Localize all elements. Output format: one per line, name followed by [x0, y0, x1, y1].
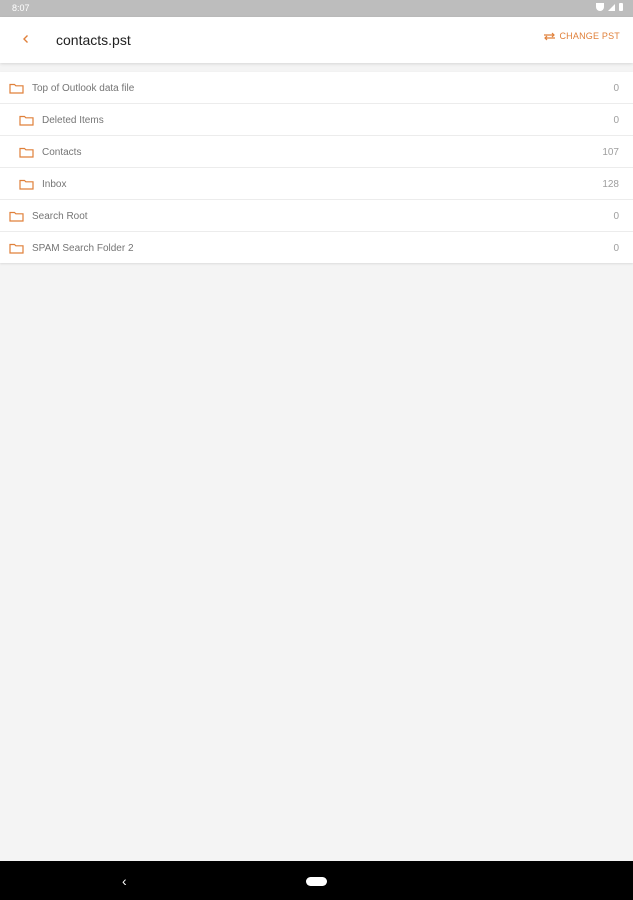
folder-name: Search Root [32, 211, 88, 222]
folder-name: Inbox [42, 179, 67, 190]
change-pst-label: CHANGE PST [559, 31, 620, 41]
signal-icon [608, 3, 615, 11]
folder-count: 107 [602, 147, 619, 158]
folder-name: SPAM Search Folder 2 [32, 243, 134, 254]
status-bar: 8:07 [0, 0, 633, 17]
page-title: contacts.pst [56, 32, 131, 48]
folder-row[interactable]: Deleted Items 0 [0, 104, 633, 136]
folder-icon [19, 115, 34, 126]
status-time: 8:07 [12, 3, 30, 13]
folder-icon [9, 83, 24, 94]
folder-count: 0 [613, 211, 619, 222]
navigation-bar: ‹ [0, 861, 633, 900]
battery-icon [619, 3, 623, 11]
status-icons [596, 3, 623, 11]
back-button[interactable] [14, 27, 38, 51]
folder-row[interactable]: Inbox 128 [0, 168, 633, 200]
folder-icon [9, 211, 24, 222]
home-pill-icon[interactable] [306, 877, 327, 886]
folder-icon [19, 179, 34, 190]
folder-list: Top of Outlook data file 0 Deleted Items 0 C… [0, 72, 633, 263]
folder-row[interactable]: SPAM Search Folder 2 0 [0, 232, 633, 263]
folder-icon [19, 147, 34, 158]
folder-name: Top of Outlook data file [32, 83, 135, 94]
folder-count: 0 [613, 243, 619, 254]
folder-row[interactable]: Search Root 0 [0, 200, 633, 232]
folder-row[interactable]: Top of Outlook data file 0 [0, 72, 633, 104]
back-icon[interactable]: ‹ [122, 873, 127, 889]
wifi-icon [596, 3, 604, 11]
folder-count: 128 [602, 179, 619, 190]
folder-icon [9, 243, 24, 254]
folder-name: Deleted Items [42, 115, 104, 126]
swap-icon [544, 32, 556, 40]
folder-count: 0 [613, 83, 619, 94]
folder-row[interactable]: Contacts 107 [0, 136, 633, 168]
folder-count: 0 [613, 115, 619, 126]
change-pst-button[interactable]: CHANGE PST [543, 31, 620, 41]
app-bar: contacts.pst CHANGE PST [0, 17, 633, 63]
folder-name: Contacts [42, 147, 82, 158]
chevron-left-icon [23, 35, 28, 43]
